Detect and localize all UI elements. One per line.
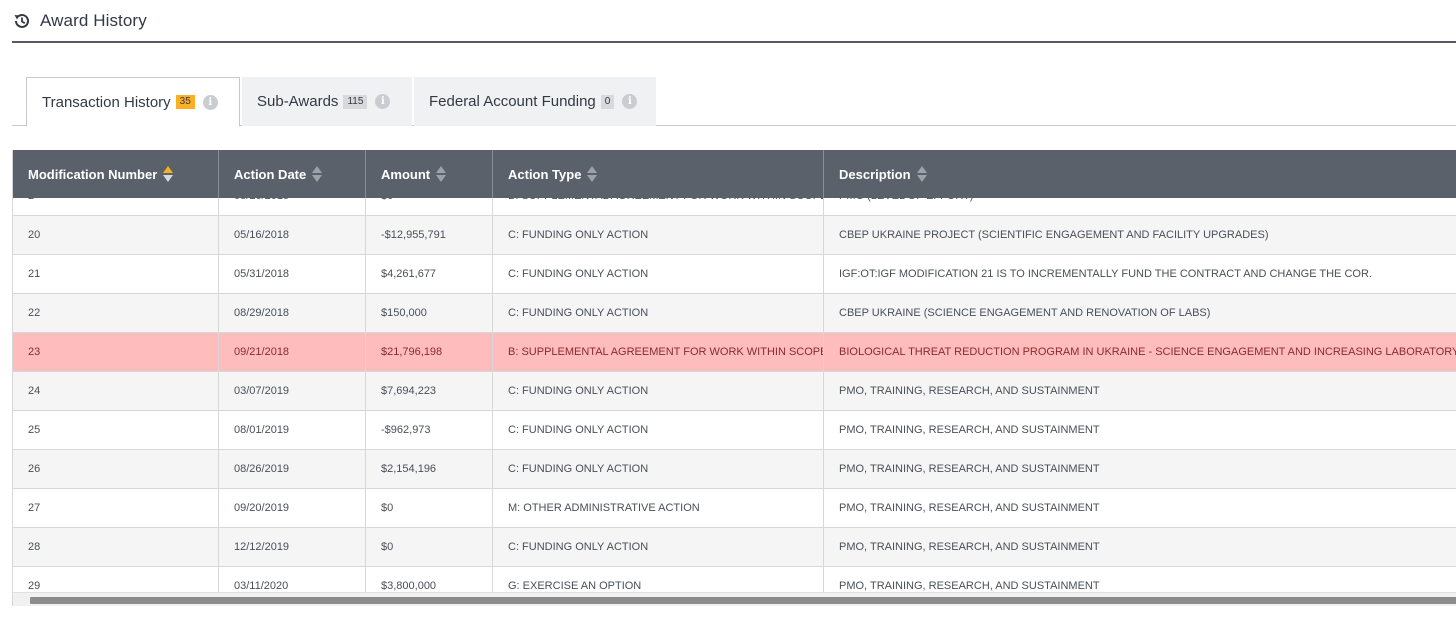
cell-amount: $4,261,677 [366, 255, 493, 293]
award-tabs: Transaction History 35 i Sub-Awards 115 … [12, 77, 1456, 127]
cell-description: PMO, TRAINING, RESEARCH, AND SUSTAINMENT [839, 463, 1100, 475]
table-row[interactable]: 25 08/01/2019 -$962,973 C: FUNDING ONLY ACT… [13, 411, 1456, 450]
table-row[interactable]: 26 08/26/2019 $2,154,196 C: FUNDING ONLY AC… [13, 450, 1456, 489]
cell-modification-number: 23 [13, 333, 219, 371]
cell-action-date: 08/01/2019 [219, 411, 366, 449]
cell-action-date: 05/16/2018 [219, 216, 366, 254]
sort-icon[interactable] [436, 166, 447, 182]
table-row[interactable]: 22 08/29/2018 $150,000 C: FUNDING ONLY ACTI… [13, 294, 1456, 333]
cell-description: IGF:OT:IGF MODIFICATION 21 IS TO INCREME… [839, 268, 1372, 280]
cell-action-type: C: FUNDING ONLY ACTION [493, 450, 824, 488]
cell-description: PMO, TRAINING, RESEARCH, AND SUSTAINMENT [839, 580, 1100, 592]
column-header-action-date[interactable]: Action Date [219, 150, 366, 198]
tab-sub-awards[interactable]: Sub-Awards 115 i [242, 77, 412, 126]
column-header-amount[interactable]: Amount [366, 150, 493, 198]
cell-action-date: 12/12/2019 [219, 528, 366, 566]
info-icon[interactable]: i [375, 94, 391, 109]
cell-action-date: 08/26/2019 [219, 450, 366, 488]
award-history-header: Award History [12, 0, 1456, 43]
info-icon[interactable]: i [622, 94, 638, 109]
cell-amount: $0 [366, 198, 493, 215]
scrollbar-thumb[interactable] [30, 597, 1456, 604]
cell-amount: $2,154,196 [366, 450, 493, 488]
tab-federal-account-funding[interactable]: Federal Account Funding 0 i [414, 77, 656, 126]
tab-count-badge: 0 [600, 94, 615, 109]
cell-modification-number: 24 [13, 372, 219, 410]
cell-amount: $7,694,223 [366, 372, 493, 410]
cell-amount: $0 [366, 489, 493, 527]
cell-modification-number: 27 [13, 489, 219, 527]
tab-count-badge: 35 [175, 95, 195, 109]
info-icon[interactable]: i [202, 94, 218, 110]
table-row[interactable]: 29 03/11/2020 $3,800,000 G: EXERCISE AN OPT… [13, 567, 1456, 592]
cell-action-type: C: FUNDING ONLY ACTION [493, 255, 824, 293]
tab-count-badge: 115 [343, 94, 368, 109]
cell-action-date: 03/11/2020 [219, 567, 366, 592]
cell-action-type: B: SUPPLEMENTAL AGREEMENT FOR WORK WITHI… [493, 198, 824, 215]
table-row[interactable]: 20 05/16/2018 -$12,955,791 C: FUNDING ONLY … [13, 216, 1456, 255]
cell-action-date: 03/07/2019 [219, 372, 366, 410]
sort-icon[interactable] [163, 166, 174, 182]
tab-label: Federal Account Funding [429, 93, 596, 110]
cell-amount: $21,796,198 [366, 333, 493, 371]
cell-modification-number: 25 [13, 411, 219, 449]
cell-amount: -$962,973 [366, 411, 493, 449]
table-row[interactable]: 24 03/07/2019 $7,694,223 C: FUNDING ONLY AC… [13, 372, 1456, 411]
cell-action-type: B: SUPPLEMENTAL AGREEMENT FOR WORK WITHI… [493, 333, 824, 371]
column-header-description[interactable]: Description [824, 150, 1456, 198]
cell-modification-number: 26 [13, 450, 219, 488]
cell-action-date: 08/29/2018 [219, 294, 366, 332]
cell-action-type: C: FUNDING ONLY ACTION [493, 372, 824, 410]
cell-amount: $3,800,000 [366, 567, 493, 592]
cell-description: BIOLOGICAL THREAT REDUCTION PROGRAM IN U… [839, 346, 1456, 358]
sort-icon[interactable] [916, 166, 927, 182]
cell-amount: $0 [366, 528, 493, 566]
table-rows: 205/16/2015$0B: SUPPLEMENTAL AGREEMENT F… [13, 198, 1456, 592]
cell-modification-number: 20 [13, 216, 219, 254]
cell-action-type: C: FUNDING ONLY ACTION [493, 528, 824, 566]
table-row[interactable]: 21 05/31/2018 $4,261,677 C: FUNDING ONLY AC… [13, 255, 1456, 294]
cell-action-date: 09/20/2019 [219, 489, 366, 527]
horizontal-scrollbar[interactable] [13, 592, 1456, 606]
cell-description: PMO, TRAINING, RESEARCH, AND SUSTAINMENT [839, 541, 1100, 553]
cell-description: CBEP UKRAINE (SCIENCE ENGAGEMENT AND REN… [839, 307, 1211, 319]
cell-description: PMO (LEVEL OF EFFORT) [824, 198, 1456, 215]
cell-modification-number: 21 [13, 255, 219, 293]
cell-action-date: 05/16/2015 [219, 198, 366, 215]
cell-action-type: G: EXERCISE AN OPTION [493, 567, 824, 592]
table-row[interactable]: 23 09/21/2018 $21,796,198 B: SUPPLEMENTAL A… [13, 333, 1456, 372]
table-body[interactable]: 205/16/2015$0B: SUPPLEMENTAL AGREEMENT F… [13, 198, 1456, 592]
cell-modification-number: 29 [13, 567, 219, 592]
cell-amount: -$12,955,791 [366, 216, 493, 254]
cell-description: PMO, TRAINING, RESEARCH, AND SUSTAINMENT [839, 424, 1100, 436]
history-icon [12, 11, 32, 31]
tab-label: Transaction History [42, 93, 171, 111]
cell-amount: $150,000 [366, 294, 493, 332]
cell-action-type: C: FUNDING ONLY ACTION [493, 294, 824, 332]
table-row[interactable]: 28 12/12/2019 $0 C: FUNDING ONLY ACTION PMO,… [13, 528, 1456, 567]
cell-description: PMO, TRAINING, RESEARCH, AND SUSTAINMENT [839, 385, 1100, 397]
tab-transaction-history[interactable]: Transaction History 35 i [26, 77, 240, 127]
cell-description: CBEP UKRAINE PROJECT (SCIENTIFIC ENGAGEM… [839, 229, 1269, 241]
cell-action-type: C: FUNDING ONLY ACTION [493, 216, 824, 254]
cell-modification-number: 22 [13, 294, 219, 332]
cell-action-date: 09/21/2018 [219, 333, 366, 371]
cell-modification-number: 28 [13, 528, 219, 566]
section-title: Award History [40, 10, 147, 30]
cell-action-type: C: FUNDING ONLY ACTION [493, 411, 824, 449]
sort-icon[interactable] [587, 166, 598, 182]
table-row[interactable]: 27 09/20/2019 $0 M: OTHER ADMINISTRATIVE AC… [13, 489, 1456, 528]
tab-label: Sub-Awards [257, 93, 339, 110]
cell-modification-number: 2 [13, 198, 219, 215]
cell-action-type: M: OTHER ADMINISTRATIVE ACTION [493, 489, 824, 527]
column-header-modification-number[interactable]: Modification Number [13, 150, 219, 198]
cell-action-date: 05/31/2018 [219, 255, 366, 293]
transaction-table: Modification Number Action Date Amount A… [12, 150, 1456, 606]
table-header: Modification Number Action Date Amount A… [13, 150, 1456, 198]
cell-description: PMO, TRAINING, RESEARCH, AND SUSTAINMENT [839, 502, 1100, 514]
sort-icon[interactable] [312, 166, 323, 182]
column-header-action-type[interactable]: Action Type [493, 150, 824, 198]
table-row[interactable]: 205/16/2015$0B: SUPPLEMENTAL AGREEMENT F… [13, 198, 1456, 216]
